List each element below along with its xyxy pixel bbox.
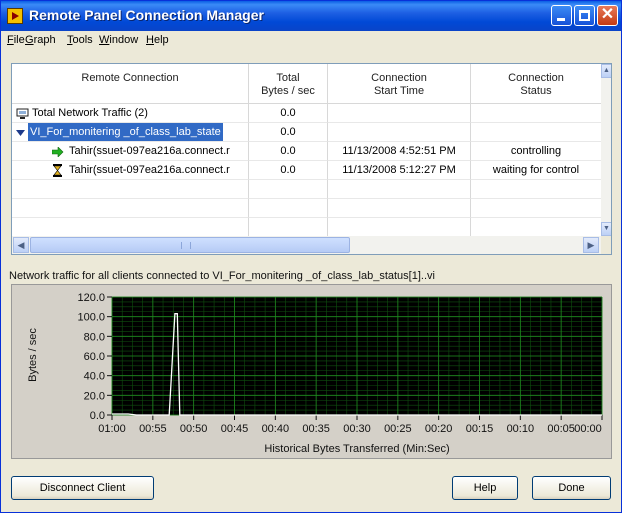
minimize-icon <box>557 18 565 21</box>
app-window: Remote Panel Connection Manager ✕ File G… <box>0 0 622 513</box>
traffic-chart[interactable]: 0.0 20.0 40.0 60.0 80.0 100.0 120.0 01:00 00:55 0… <box>12 285 611 458</box>
x-tick-label: 00:40 <box>262 423 290 435</box>
table-row <box>12 218 602 237</box>
scroll-right-button[interactable]: ▶ <box>583 237 599 253</box>
menu-window[interactable]: Window <box>99 34 138 46</box>
x-tick-label: 00:10 <box>507 423 535 435</box>
status-cell: waiting for control <box>471 161 602 180</box>
header-total-bytes[interactable]: Total Bytes / sec <box>249 64 328 104</box>
scroll-left-button[interactable]: ◀ <box>13 237 29 253</box>
traffic-graph-panel: 0.0 20.0 40.0 60.0 80.0 100.0 120.0 01:00 00:55 0… <box>11 284 612 459</box>
vertical-scrollbar[interactable]: ▲ ▼ <box>601 64 611 236</box>
bytes-cell: 0.0 <box>249 104 328 123</box>
connection-cell: VI_For_monitering _of_class_lab_state <box>12 123 249 142</box>
connection-cell: Tahir(ssuet-097ea216a.connect.r <box>12 142 249 161</box>
network-computer-icon <box>16 108 29 119</box>
connection-cell: Total Network Traffic (2) <box>12 104 249 123</box>
y-tick-label: 40.0 <box>84 371 105 383</box>
close-icon: ✕ <box>600 6 615 23</box>
connection-cell: Tahir(ssuet-097ea216a.connect.r <box>12 161 249 180</box>
x-tick-label: 00:15 <box>466 423 494 435</box>
status-cell <box>471 123 602 142</box>
menu-file[interactable]: File <box>7 34 25 46</box>
bytes-cell: 0.0 <box>249 142 328 161</box>
scroll-down-button[interactable]: ▼ <box>601 222 611 236</box>
help-button[interactable]: Help <box>452 476 518 500</box>
title-bar[interactable]: Remote Panel Connection Manager ✕ <box>1 1 621 31</box>
connections-table[interactable]: Remote Connection Total Bytes / sec Conne… <box>11 63 612 255</box>
traffic-label: Network traffic for all clients connecte… <box>9 270 435 282</box>
y-tick-label: 20.0 <box>84 390 105 402</box>
hourglass-icon <box>53 164 62 177</box>
x-tick-label: 00:20 <box>425 423 453 435</box>
status-cell: controlling <box>471 142 602 161</box>
menu-help[interactable]: Help <box>146 34 169 46</box>
table-row[interactable]: Tahir(ssuet-097ea216a.connect.r 0.0 11/1… <box>12 142 602 161</box>
header-start-time[interactable]: Connection Start Time <box>328 64 471 104</box>
menu-graph[interactable]: Graph <box>25 34 56 46</box>
close-button[interactable]: ✕ <box>597 5 618 26</box>
y-axis-label: Bytes / sec <box>27 328 39 382</box>
x-tick-label: 00:55 <box>139 423 167 435</box>
menu-tools[interactable]: Tools <box>67 34 93 46</box>
scrollbar-corner <box>601 236 611 254</box>
y-tick-label: 0.0 <box>90 410 105 422</box>
table-row[interactable]: VI_For_monitering _of_class_lab_state 0.… <box>12 123 602 142</box>
expand-triangle-icon[interactable] <box>16 128 26 138</box>
table-row[interactable]: Tahir(ssuet-097ea216a.connect.r 0.0 11/1… <box>12 161 602 180</box>
start-time-cell <box>328 123 471 142</box>
x-axis-label: Historical Bytes Transferred (Min:Sec) <box>264 443 449 455</box>
scroll-grip-icon <box>181 242 191 249</box>
menu-bar: File Graph Tools Window Help <box>1 31 621 51</box>
maximize-button[interactable] <box>574 5 595 26</box>
x-tick-label: 00:25 <box>384 423 412 435</box>
bytes-cell: 0.0 <box>249 123 328 142</box>
start-time-cell <box>328 104 471 123</box>
green-arrow-icon <box>52 147 64 157</box>
x-tick-label: 00:00 <box>574 423 602 435</box>
horizontal-scroll-thumb[interactable] <box>30 237 350 253</box>
window-title: Remote Panel Connection Manager <box>29 7 264 23</box>
x-tick-label: 01:00 <box>98 423 126 435</box>
table-header: Remote Connection Total Bytes / sec Conne… <box>12 64 602 104</box>
horizontal-scrollbar[interactable]: ◀ ▶ <box>12 236 601 254</box>
x-tick-label: 00:05 <box>547 423 575 435</box>
table-row <box>12 199 602 218</box>
y-tick-label: 100.0 <box>77 312 105 324</box>
x-tick-label: 00:35 <box>302 423 330 435</box>
x-tick-label: 00:45 <box>221 423 249 435</box>
labview-app-icon <box>7 8 23 24</box>
start-time-cell: 11/13/2008 5:12:27 PM <box>328 161 471 180</box>
header-remote-connection[interactable]: Remote Connection <box>12 64 249 104</box>
y-tick-label: 120.0 <box>77 292 105 304</box>
table-row[interactable]: Total Network Traffic (2) 0.0 <box>12 104 602 123</box>
start-time-cell: 11/13/2008 4:52:51 PM <box>328 142 471 161</box>
minimize-button[interactable] <box>551 5 572 26</box>
status-cell <box>471 104 602 123</box>
table-row <box>12 180 602 199</box>
done-button[interactable]: Done <box>532 476 611 500</box>
bytes-cell: 0.0 <box>249 161 328 180</box>
header-status[interactable]: Connection Status <box>471 64 602 104</box>
disconnect-client-button[interactable]: Disconnect Client <box>11 476 154 500</box>
y-tick-label: 80.0 <box>84 331 105 343</box>
x-tick-label: 00:50 <box>180 423 208 435</box>
scroll-up-button[interactable]: ▲ <box>601 64 611 78</box>
y-tick-label: 60.0 <box>84 351 105 363</box>
x-tick-label: 00:30 <box>343 423 371 435</box>
maximize-icon <box>579 10 590 21</box>
